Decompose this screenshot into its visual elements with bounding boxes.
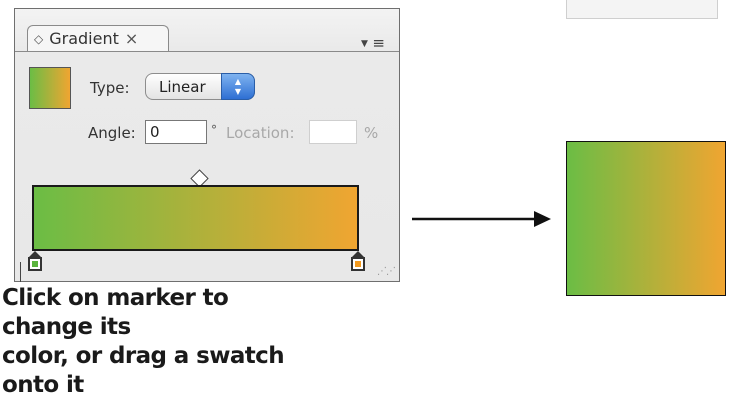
right-arrow-icon (412, 211, 551, 227)
callout-leader-line (20, 262, 21, 282)
type-select-value: Linear (159, 78, 206, 96)
type-select[interactable]: Linear ▲ ▼ (145, 73, 255, 100)
stop-body (351, 257, 365, 271)
stop-fill-left (32, 261, 38, 267)
tab-gradient[interactable]: ◇ Gradient × (27, 25, 169, 51)
gradient-ramp[interactable] (32, 185, 359, 251)
tab-divider (15, 51, 399, 52)
menu-lines-icon: ≡ (372, 34, 385, 52)
degree-symbol: ° (211, 123, 217, 137)
angle-input[interactable]: 0 (145, 120, 207, 144)
type-label: Type: (90, 79, 130, 97)
panel-menu-icon[interactable]: ▼ ≡ (357, 34, 385, 52)
caption-line-1: Click on marker to change its (2, 285, 229, 340)
angle-label: Angle: (88, 124, 136, 142)
location-input[interactable] (309, 120, 357, 144)
stop-fill-right (355, 261, 361, 267)
tab-title: Gradient (49, 29, 119, 48)
color-stop-right[interactable] (351, 251, 365, 271)
stop-body (28, 257, 42, 271)
panel-tabbar: ◇ Gradient × ▼ ≡ (15, 9, 399, 52)
close-icon[interactable]: × (125, 29, 138, 48)
color-stop-left[interactable] (28, 251, 42, 271)
caption: Click on marker to change its color, or … (2, 284, 322, 400)
gradient-preview-swatch[interactable] (29, 67, 71, 109)
gradient-result-square (566, 141, 726, 296)
menu-triangle-icon: ▼ (361, 39, 368, 49)
caption-line-2: color, or drag a swatch onto it (2, 343, 285, 398)
select-arrows-icon: ▲ ▼ (221, 73, 255, 100)
tab-chevron-icon: ◇ (34, 31, 44, 46)
location-label: Location: (226, 124, 295, 142)
gradient-panel: ◇ Gradient × ▼ ≡ Type: Linear ▲ ▼ Angle: … (14, 8, 400, 282)
resize-grip-icon[interactable]: ⋰⋰ (377, 266, 396, 277)
percent-symbol: % (364, 124, 379, 142)
partial-box (566, 0, 718, 19)
